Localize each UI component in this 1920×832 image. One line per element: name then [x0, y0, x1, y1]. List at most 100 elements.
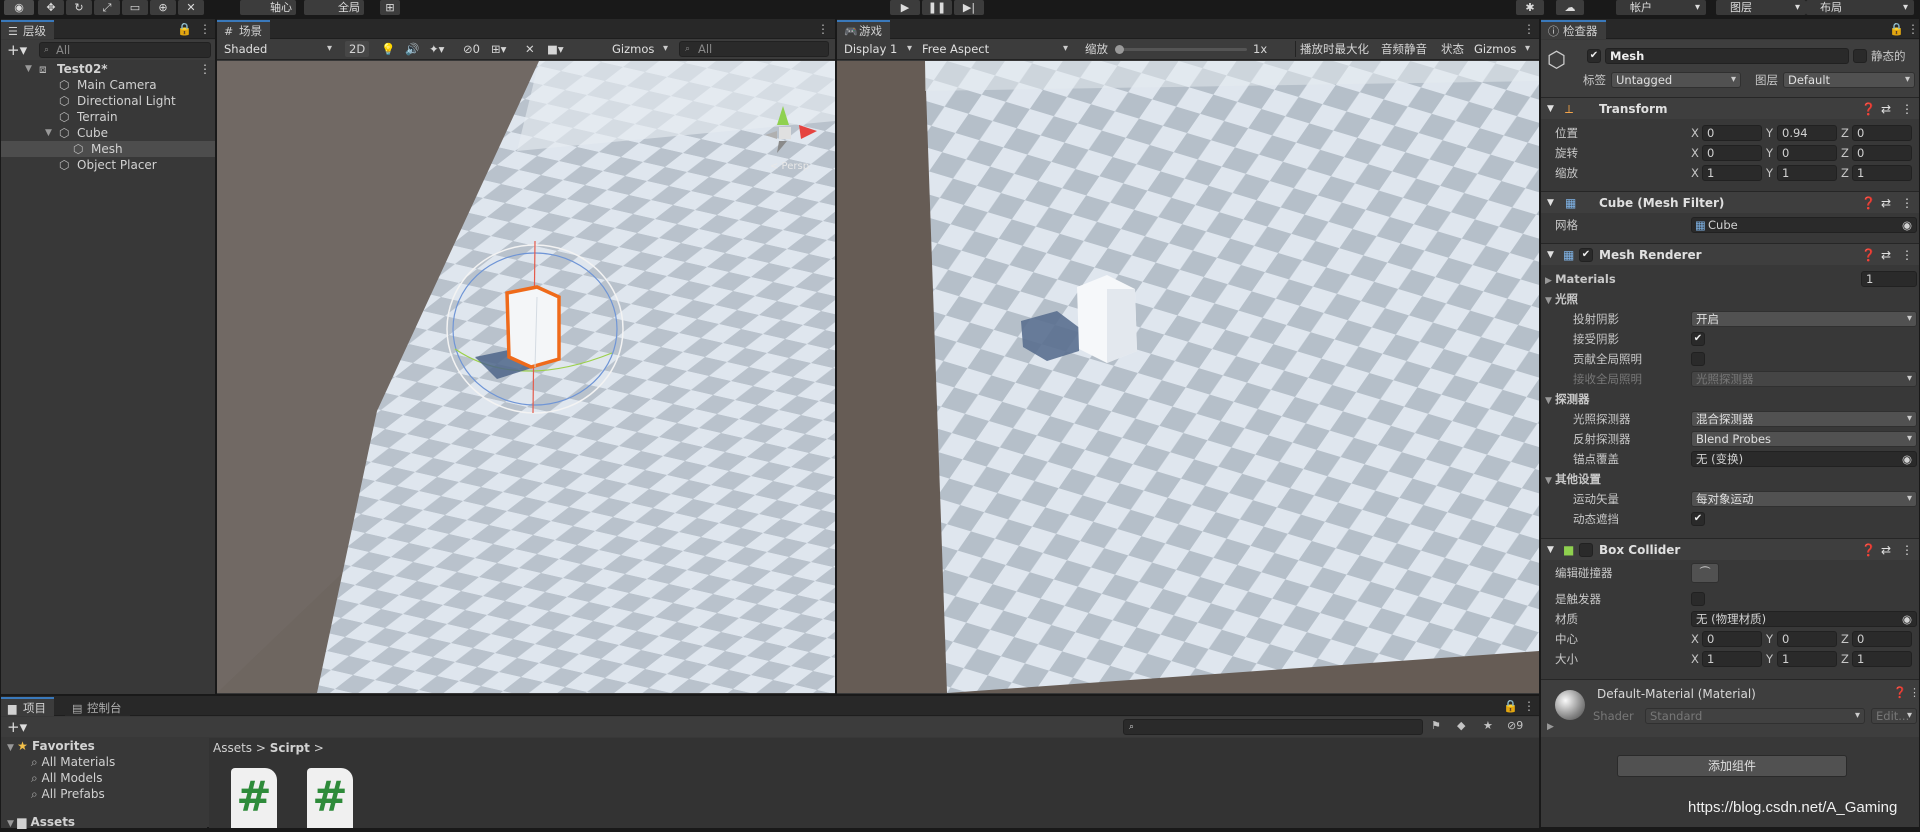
- center-x-axis-label[interactable]: X: [1691, 631, 1699, 647]
- breadcrumb-scirpt[interactable]: Scirpt: [270, 741, 310, 755]
- display-dropdown[interactable]: Display 1: [839, 41, 917, 57]
- layers-dropdown[interactable]: 图层: [1716, 0, 1806, 15]
- box-collider-header[interactable]: ▼ ■ Box Collider ❓ ⇄ ⋮: [1541, 538, 1919, 560]
- search-by-type-icon[interactable]: ⚑: [1431, 719, 1441, 732]
- lock-icon[interactable]: 🔒: [177, 21, 192, 37]
- cube-mesh[interactable]: [505, 285, 561, 369]
- tab-inspector[interactable]: ⓘ 检查器: [1541, 20, 1606, 39]
- inspector-menu-icon[interactable]: ⋮: [1907, 21, 1919, 37]
- layer-dropdown[interactable]: Default: [1783, 72, 1915, 88]
- materials-count-field[interactable]: 1: [1861, 271, 1917, 287]
- tab-hierarchy[interactable]: ☰ 层级: [1, 20, 54, 39]
- favorites-item[interactable]: ⌕ All Prefabs: [1, 786, 207, 802]
- position-z-field[interactable]: 0: [1852, 125, 1912, 141]
- rotate-tool-icon[interactable]: ↻: [66, 0, 92, 15]
- rotation-x-axis-label[interactable]: X: [1691, 145, 1699, 161]
- hierarchy-item[interactable]: ⬡ Directional Light: [1, 93, 215, 109]
- global-button[interactable]: 全局: [304, 0, 364, 15]
- hierarchy-item[interactable]: ▼ ⧈ Test02* ⋮: [1, 61, 215, 77]
- favorite-icon[interactable]: ★: [1483, 719, 1493, 732]
- scale-slider[interactable]: [1115, 45, 1247, 54]
- scale-x-axis-label[interactable]: X: [1691, 165, 1699, 181]
- scale-z-field[interactable]: 1: [1852, 165, 1912, 181]
- light-probes-dropdown[interactable]: 混合探测器: [1691, 411, 1917, 427]
- scene-menu-icon[interactable]: ⋮: [817, 21, 829, 37]
- tab-scene[interactable]: # 场景: [217, 20, 270, 39]
- edit-collider-button[interactable]: ⏜: [1691, 563, 1719, 583]
- foldout-arrow-icon[interactable]: ▼: [1547, 539, 1554, 561]
- hierarchy-item[interactable]: ⬡ Main Camera: [1, 77, 215, 93]
- preset-icon[interactable]: ⇄: [1881, 192, 1891, 214]
- static-checkbox[interactable]: [1853, 49, 1867, 63]
- game-gizmos-dropdown[interactable]: Gizmos: [1469, 41, 1535, 57]
- transform-header[interactable]: ▼ ⟂ Transform ❓ ⇄ ⋮: [1541, 97, 1919, 119]
- project-menu-icon[interactable]: ⋮: [1523, 698, 1535, 714]
- shading-dropdown[interactable]: Shaded: [219, 41, 337, 57]
- physic-material-field[interactable]: 无 (物理材质) ◉: [1691, 611, 1917, 627]
- mesh-renderer-enabled-checkbox[interactable]: ✔: [1579, 248, 1593, 262]
- object-picker-icon[interactable]: ◉: [1902, 612, 1912, 626]
- layout-dropdown[interactable]: 布局: [1806, 0, 1914, 15]
- audio-toggle-icon[interactable]: 🔊: [401, 41, 423, 57]
- size-y-field[interactable]: 1: [1777, 651, 1837, 667]
- size-x-field[interactable]: 1: [1702, 651, 1762, 667]
- size-z-field[interactable]: 1: [1852, 651, 1912, 667]
- object-name-input[interactable]: Mesh: [1605, 48, 1849, 64]
- script-file-icon[interactable]: #: [231, 768, 277, 828]
- grid-toggle-icon[interactable]: ⊞▾: [487, 41, 510, 57]
- center-x-field[interactable]: 0: [1702, 631, 1762, 647]
- contribute-gi-checkbox[interactable]: [1691, 352, 1705, 366]
- game-viewport[interactable]: [837, 61, 1539, 693]
- tab-game[interactable]: 🎮 游戏: [837, 20, 890, 39]
- scale-y-axis-label[interactable]: Y: [1766, 165, 1773, 181]
- center-y-field[interactable]: 0: [1777, 631, 1837, 647]
- camera-icon[interactable]: ■▾: [543, 41, 568, 57]
- help-icon[interactable]: ❓: [1893, 686, 1907, 699]
- scale-slider-handle[interactable]: [1115, 45, 1124, 54]
- rotation-x-field[interactable]: 0: [1702, 145, 1762, 161]
- scene-gizmos-dropdown[interactable]: Gizmos: [607, 41, 673, 57]
- scale-z-axis-label[interactable]: Z: [1841, 165, 1849, 181]
- foldout-arrow-icon[interactable]: ▶: [1547, 722, 1554, 732]
- hierarchy-search-input[interactable]: ⌕ All: [39, 42, 211, 58]
- maximize-on-play-button[interactable]: 播放时最大化: [1295, 41, 1373, 57]
- tag-dropdown[interactable]: Untagged: [1611, 72, 1741, 88]
- center-z-field[interactable]: 0: [1852, 631, 1912, 647]
- scale-y-field[interactable]: 1: [1777, 165, 1837, 181]
- favorites-item[interactable]: ⌕ All Materials: [1, 754, 207, 770]
- reflection-probes-dropdown[interactable]: Blend Probes: [1691, 431, 1917, 447]
- mute-audio-button[interactable]: 音频静音: [1377, 41, 1431, 57]
- scene-search-input[interactable]: ⌕ All: [679, 41, 829, 57]
- size-x-axis-label[interactable]: X: [1691, 651, 1699, 667]
- component-menu-icon[interactable]: ⋮: [1901, 192, 1913, 214]
- pause-button[interactable]: ❚❚: [922, 0, 952, 15]
- component-menu-icon[interactable]: ⋮: [1901, 98, 1913, 120]
- box-collider-enabled-checkbox[interactable]: [1579, 543, 1593, 557]
- position-x-field[interactable]: 0: [1702, 125, 1762, 141]
- panel-menu-icon[interactable]: ⋮: [199, 21, 211, 37]
- stats-button[interactable]: 状态: [1437, 41, 1468, 57]
- rotation-z-field[interactable]: 0: [1852, 145, 1912, 161]
- project-lock-icon[interactable]: 🔒: [1503, 698, 1518, 714]
- receive-shadows-checkbox[interactable]: ✔: [1691, 332, 1705, 346]
- foldout-arrow-icon[interactable]: ▼: [25, 61, 32, 77]
- probes-foldout[interactable]: ▼ 探测器: [1545, 391, 1590, 409]
- object-picker-icon[interactable]: ◉: [1902, 452, 1912, 466]
- view-tool-icon[interactable]: ◉: [4, 0, 34, 15]
- help-icon[interactable]: ❓: [1861, 244, 1876, 266]
- other-settings-foldout[interactable]: ▼ 其他设置: [1545, 471, 1601, 489]
- help-icon[interactable]: ❓: [1861, 539, 1876, 561]
- hierarchy-item[interactable]: ⬡ Object Placer: [1, 157, 215, 173]
- create-icon[interactable]: +▾: [7, 717, 27, 737]
- pivot-button[interactable]: 轴心: [240, 0, 296, 15]
- dynamic-occlusion-checkbox[interactable]: ✔: [1691, 512, 1705, 526]
- center-y-axis-label[interactable]: Y: [1766, 631, 1773, 647]
- foldout-arrow-icon[interactable]: ▼: [45, 125, 52, 141]
- mesh-renderer-header[interactable]: ▼ ▦ ✔ Mesh Renderer ❓ ⇄ ⋮: [1541, 243, 1919, 265]
- active-checkbox[interactable]: ✔: [1587, 49, 1601, 63]
- motion-vectors-dropdown[interactable]: 每对象运动: [1691, 491, 1917, 507]
- breadcrumb-assets[interactable]: Assets: [213, 741, 252, 755]
- center-z-axis-label[interactable]: Z: [1841, 631, 1849, 647]
- favorites-item[interactable]: ⌕ All Models: [1, 770, 207, 786]
- preset-icon[interactable]: ⇄: [1881, 98, 1891, 120]
